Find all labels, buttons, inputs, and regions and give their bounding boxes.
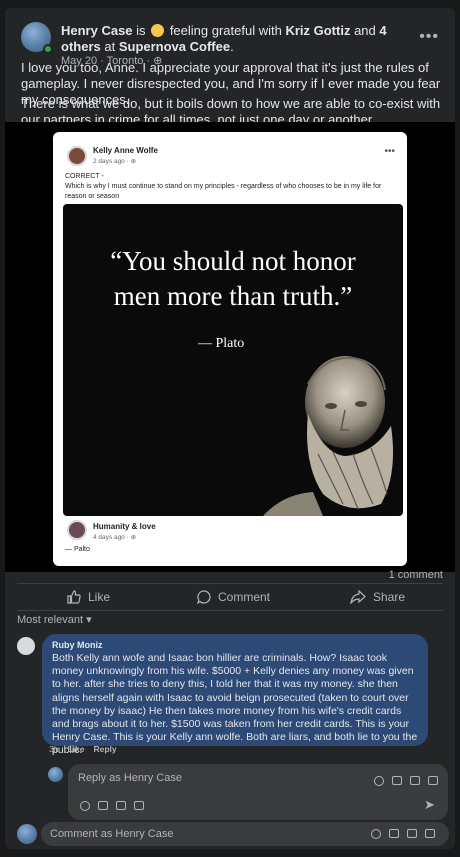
shared-time: 2 days ago · ⊕ (93, 158, 137, 165)
reply-avatar (48, 767, 63, 782)
post-header-text: Henry Case is feeling grateful with Kriz… (61, 23, 387, 54)
emoji-icon[interactable] (371, 829, 381, 839)
comment-box[interactable]: Comment as Henry Case (41, 822, 449, 846)
chevron-down-icon: ▾ (86, 614, 92, 626)
camera-icon[interactable] (98, 801, 108, 810)
comment-button[interactable]: Comment (197, 586, 270, 608)
sort-label: Most relevant (17, 614, 84, 626)
camera-icon[interactable] (389, 829, 399, 838)
like-button[interactable]: Like (67, 586, 110, 608)
divider (17, 583, 443, 584)
sticker-icon[interactable] (428, 776, 438, 785)
quote-image: “You should not honor men more than trut… (63, 204, 403, 516)
commenter-name[interactable]: Ruby Moniz (52, 640, 418, 650)
comment-input[interactable]: Comment as Henry Case (50, 828, 174, 840)
grateful-emoji-icon (151, 24, 165, 37)
footer-time: 4 days ago · ⊕ (93, 534, 137, 541)
quote-line-2: men more than truth.” (113, 281, 353, 311)
send-icon[interactable]: ➤ (424, 798, 435, 811)
post-actions: Like Comment Share (5, 586, 455, 608)
quote-text: “You should not honor men more than trut… (63, 244, 403, 314)
avatar-sticker-icon[interactable] (374, 776, 384, 786)
divider (17, 610, 443, 611)
comment-label: Comment (218, 590, 271, 604)
online-status-dot (43, 44, 53, 54)
at-text: at (104, 39, 116, 54)
more-options-icon[interactable]: ••• (419, 28, 439, 46)
comment-reply-button[interactable]: Reply (93, 744, 116, 754)
like-label: Like (88, 590, 111, 604)
share-button[interactable]: Share (350, 586, 405, 608)
sticker-icon[interactable] (134, 801, 144, 810)
emoji-icon[interactable] (80, 801, 90, 811)
reply-box[interactable]: Reply as Henry Case ➤ (68, 764, 448, 820)
comment-bubble: Ruby Moniz Both Kelly ann wofe and Isaac… (42, 634, 428, 756)
shared-line-2: Which is why I must continue to stand on… (65, 183, 382, 200)
gif-icon[interactable] (410, 776, 420, 785)
author-name[interactable]: Henry Case (61, 23, 133, 38)
quote-line-1: “You should not honor (110, 246, 356, 276)
comment-like-button[interactable]: Like (67, 744, 84, 754)
shared-line-1: CORRECT - (65, 173, 104, 180)
sticker-icon[interactable] (425, 829, 435, 838)
comment-icon (197, 590, 211, 604)
tagged-person[interactable]: Kriz Gottiz (285, 23, 350, 38)
is-text: is (136, 23, 146, 38)
comment-count[interactable]: 1 comment (389, 569, 443, 581)
post-image[interactable]: Kelly Anne Wolfe 2 days ago · ⊕ ••• CORR… (5, 122, 455, 572)
quote-author: — Plato (198, 336, 245, 351)
shared-author-avatar (67, 146, 87, 166)
comment-time[interactable]: 3h (49, 744, 58, 754)
commenter-avatar[interactable] (17, 637, 35, 655)
gif-icon[interactable] (116, 801, 126, 810)
comment-meta: 3h Like Reply (49, 744, 117, 754)
footer-author: Humanity & love (93, 522, 156, 531)
thumbs-up-icon (67, 590, 81, 604)
comment-text: Both Kelly ann wofe and Isaac bon hillie… (52, 652, 418, 757)
post-header: Henry Case is feeling grateful with Kriz… (21, 16, 439, 67)
camera-icon[interactable] (392, 776, 402, 785)
shared-more-icon: ••• (384, 146, 395, 157)
footer-text: — Palto (65, 546, 90, 553)
share-arrow-icon (350, 590, 366, 604)
footer-avatar (67, 520, 87, 540)
shared-screenshot: Kelly Anne Wolfe 2 days ago · ⊕ ••• CORR… (53, 132, 407, 566)
and-text: and (354, 23, 376, 38)
shared-author-name: Kelly Anne Wolfe (93, 146, 158, 155)
plato-bust-illustration (263, 356, 394, 516)
shared-text: CORRECT - Which is why I must continue t… (65, 172, 395, 202)
composer-avatar (17, 824, 37, 844)
feeling-text: feeling grateful with (169, 23, 282, 38)
share-label: Share (373, 590, 406, 604)
sort-dropdown[interactable]: Most relevant ▾ (17, 613, 92, 626)
gif-icon[interactable] (407, 829, 417, 838)
post-card: Henry Case is feeling grateful with Kriz… (5, 8, 455, 849)
place-name[interactable]: Supernova Coffee (119, 39, 230, 54)
reply-input[interactable]: Reply as Henry Case (78, 772, 182, 784)
